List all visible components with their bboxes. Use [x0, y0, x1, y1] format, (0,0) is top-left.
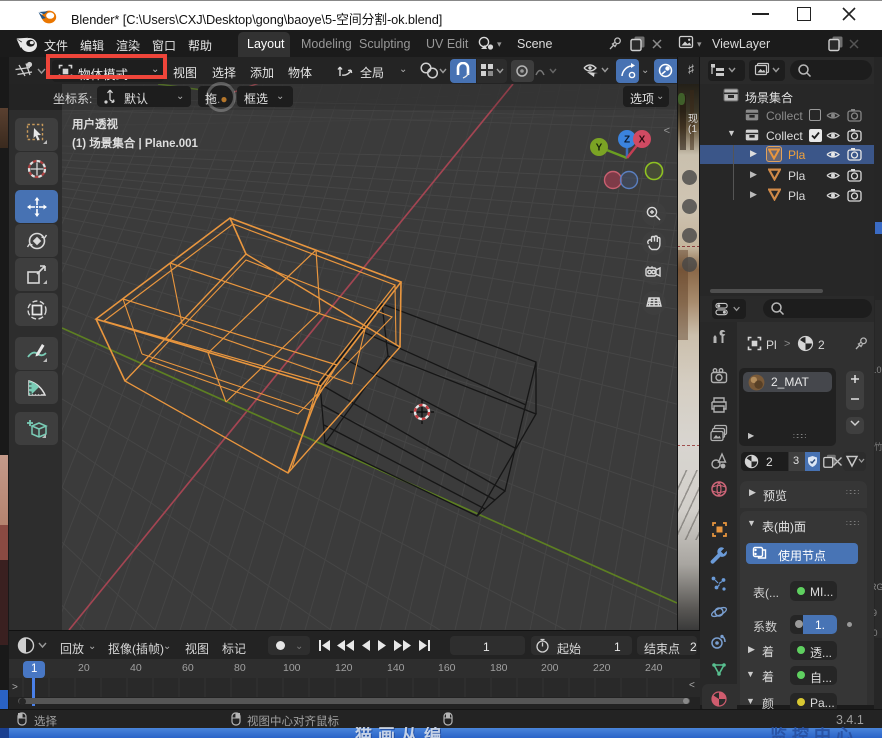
svg-text:(1) 场景集合 | Plane.001: (1) 场景集合 | Plane.001 — [72, 136, 199, 150]
svg-text:用户透视: 用户透视 — [71, 117, 118, 131]
svg-text:Z: Z — [624, 135, 630, 146]
svg-text:X: X — [639, 135, 646, 146]
svg-text:Y: Y — [596, 143, 603, 154]
svg-text:<: < — [664, 125, 670, 137]
